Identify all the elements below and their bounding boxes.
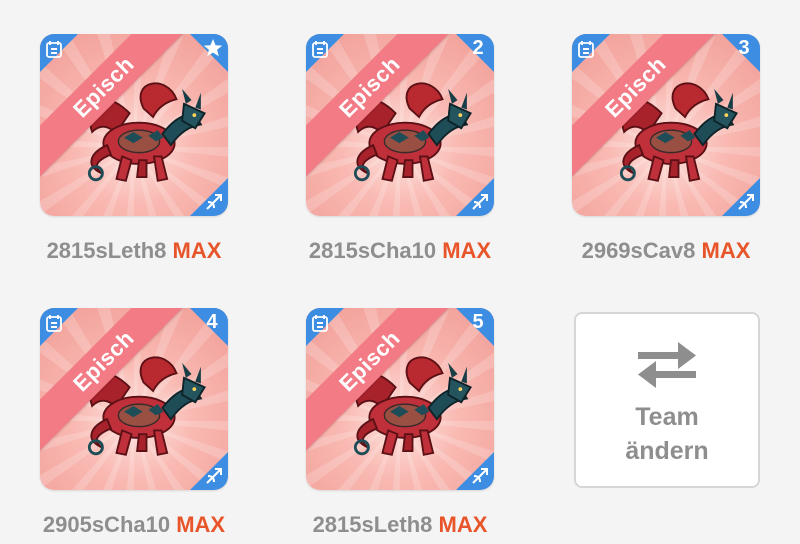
dragon-name-label: 2905sCha10 MAX	[42, 512, 226, 537]
dragon-card-1[interactable]: Episch	[40, 34, 228, 216]
star-icon	[203, 39, 223, 57]
bow-arrow-icon	[738, 194, 754, 210]
dragon-name-label: 2815sLeth8 MAX	[312, 512, 488, 537]
swap-arrows-icon	[638, 342, 696, 388]
calendar-icon	[312, 315, 328, 332]
dragon-card-2[interactable]: Episch 2	[306, 34, 494, 216]
level-max-label: MAX	[176, 512, 226, 537]
dragon-card-5[interactable]: Episch 5	[306, 308, 494, 490]
slot-number-badge: 4	[206, 311, 218, 333]
dragon-name-label: 2969sCav8 MAX	[581, 238, 751, 263]
dragon-card-3[interactable]: Episch 3	[572, 34, 760, 216]
dragon-name-label: 2815sCha10 MAX	[308, 238, 492, 263]
calendar-icon	[46, 41, 62, 58]
level-max-label: MAX	[701, 238, 751, 263]
calendar-icon	[46, 315, 62, 332]
dragon-name-label: 2815sLeth8 MAX	[46, 238, 222, 263]
level-max-label: MAX	[438, 512, 488, 537]
bow-arrow-icon	[472, 468, 488, 484]
change-team-label: Team ändern	[625, 403, 709, 465]
dragon-card-4[interactable]: Episch 4	[40, 308, 228, 490]
level-max-label: MAX	[172, 238, 222, 263]
slot-number-badge: 3	[738, 37, 750, 59]
calendar-icon	[312, 41, 328, 58]
bow-arrow-icon	[472, 194, 488, 210]
change-team-button[interactable]: Team ändern	[574, 312, 760, 488]
slot-number-badge: 5	[472, 311, 484, 333]
slot-number-badge: 2	[472, 37, 484, 59]
bow-arrow-icon	[206, 194, 222, 210]
calendar-icon	[578, 41, 594, 58]
level-max-label: MAX	[442, 238, 492, 263]
bow-arrow-icon	[206, 468, 222, 484]
